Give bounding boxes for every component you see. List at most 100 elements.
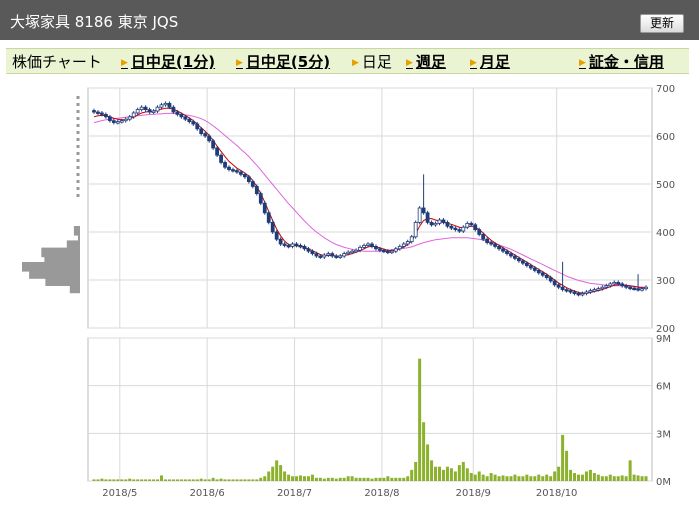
volume-bar bbox=[207, 479, 211, 481]
candle-body bbox=[139, 106, 144, 110]
volume-bar bbox=[223, 479, 227, 481]
candle-body bbox=[441, 219, 446, 223]
candle-body bbox=[489, 242, 494, 245]
volume-bar bbox=[235, 479, 239, 481]
candle-body bbox=[493, 243, 498, 247]
candle-body bbox=[381, 249, 386, 253]
volume-bar bbox=[346, 476, 350, 481]
volume-bar bbox=[326, 477, 330, 481]
candle-body bbox=[163, 102, 168, 106]
volume-bar bbox=[283, 471, 287, 481]
price-tick-label: 700 bbox=[656, 84, 675, 95]
volume-bar bbox=[195, 479, 199, 481]
candle-body bbox=[413, 221, 418, 238]
candle-body bbox=[445, 221, 450, 227]
candle-body bbox=[266, 212, 271, 223]
candle-body bbox=[556, 284, 561, 288]
volume-bar bbox=[163, 479, 167, 481]
candle-body bbox=[449, 225, 454, 229]
candle-body bbox=[147, 109, 152, 113]
volume-bar bbox=[517, 476, 521, 481]
x-tick-label: 2018/6 bbox=[190, 488, 225, 499]
volume-bar bbox=[445, 466, 449, 481]
volume-bar bbox=[426, 444, 430, 481]
volume-bar bbox=[291, 476, 295, 481]
candle-body bbox=[250, 181, 255, 187]
volume-bar bbox=[334, 478, 338, 481]
volume-bar bbox=[485, 476, 489, 481]
candle-body bbox=[616, 281, 621, 285]
candle-body bbox=[636, 288, 640, 291]
candle-body bbox=[235, 170, 239, 173]
candle-body bbox=[131, 112, 136, 118]
volume-bar bbox=[477, 471, 481, 481]
price-tick-label: 400 bbox=[656, 228, 675, 239]
volume-bar bbox=[104, 479, 108, 481]
volume-bar bbox=[219, 478, 223, 481]
volume-bar bbox=[469, 473, 473, 481]
candle-body bbox=[298, 245, 303, 248]
candle-body bbox=[548, 277, 553, 282]
volume-bar bbox=[612, 476, 616, 481]
volume-bar bbox=[314, 477, 318, 481]
candle-body bbox=[405, 241, 410, 245]
volume-bar bbox=[358, 477, 362, 481]
volume-bar bbox=[410, 469, 414, 481]
candle-body bbox=[358, 246, 362, 251]
volume-bar bbox=[116, 479, 120, 481]
volume-bar bbox=[394, 477, 398, 481]
volume-bar bbox=[441, 469, 445, 481]
candle-body bbox=[254, 185, 259, 194]
candle-body bbox=[532, 267, 537, 271]
x-tick-label: 2018/7 bbox=[277, 488, 312, 499]
candle-body bbox=[644, 286, 648, 290]
candle-body bbox=[374, 245, 378, 250]
volume-bar bbox=[529, 476, 533, 481]
volume-bar bbox=[628, 460, 632, 481]
candle-body bbox=[159, 104, 164, 108]
price-tick-label: 600 bbox=[656, 132, 675, 143]
volume-bar bbox=[295, 476, 299, 481]
candle-body bbox=[513, 255, 517, 259]
volume-bar bbox=[453, 471, 457, 481]
candle-body bbox=[378, 248, 382, 251]
volume-bar bbox=[211, 477, 215, 481]
volume-bar bbox=[434, 466, 438, 481]
price-plot-area bbox=[87, 87, 653, 329]
volume-bar bbox=[398, 477, 402, 481]
candle-body bbox=[183, 116, 188, 120]
candle-body bbox=[171, 106, 176, 113]
candle-body bbox=[330, 253, 335, 257]
volume-bar bbox=[565, 450, 569, 481]
volume-bar bbox=[549, 476, 553, 481]
volume-bar bbox=[553, 471, 557, 481]
candle-body bbox=[155, 106, 160, 112]
volume-bar bbox=[374, 477, 378, 481]
candle-body bbox=[592, 289, 597, 292]
volume-bar bbox=[92, 479, 96, 481]
candle-body bbox=[393, 248, 398, 252]
candle-body bbox=[453, 227, 458, 231]
candle-body bbox=[354, 249, 359, 253]
volume-bar bbox=[152, 479, 156, 481]
volume-bar bbox=[259, 477, 263, 481]
candle-body bbox=[473, 224, 478, 231]
candle-body bbox=[115, 121, 120, 124]
volume-bar bbox=[588, 469, 592, 481]
volume-bar bbox=[287, 474, 291, 481]
volume-bar bbox=[160, 475, 163, 481]
volume-bar bbox=[144, 479, 148, 481]
volume-bar bbox=[533, 476, 537, 481]
volume-bar bbox=[561, 434, 565, 481]
candle-body bbox=[167, 102, 172, 108]
candle-body bbox=[258, 193, 263, 204]
candle-body bbox=[624, 285, 629, 288]
candle-body bbox=[509, 253, 513, 257]
volume-bar bbox=[640, 476, 644, 481]
volume-bar bbox=[537, 474, 541, 481]
volume-bar bbox=[310, 474, 314, 481]
volume-bar bbox=[136, 479, 140, 481]
candle-body bbox=[481, 233, 486, 240]
volume-profile-bar bbox=[69, 283, 80, 294]
candle-body bbox=[429, 221, 434, 226]
